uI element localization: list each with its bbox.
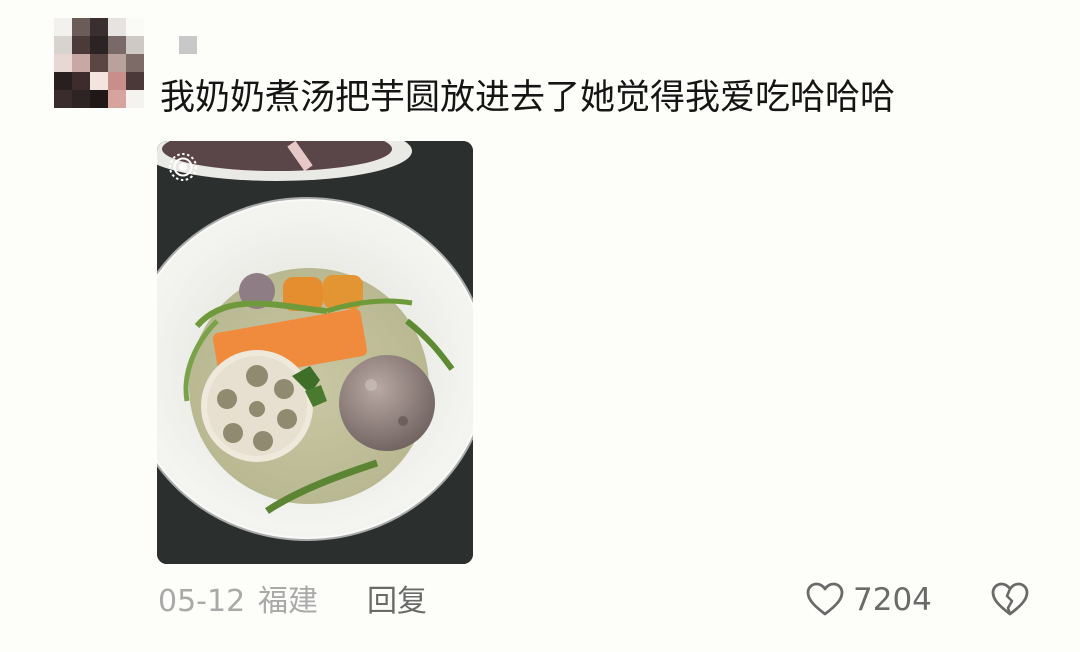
like-count: 7204 [853,582,932,618]
comment-text: 我奶奶煮汤把芋圆放进去了她觉得我爱吃哈哈哈 [160,78,896,118]
comment-location: 福建 [258,584,318,619]
reply-button[interactable]: 回复 [367,582,427,622]
comment-photo[interactable] [157,141,473,564]
broken-heart-icon[interactable] [990,580,1030,620]
avatar[interactable] [54,18,144,108]
comment-date: 05-12 [158,584,246,619]
food-photo-image [157,141,473,564]
heart-outline-icon [806,582,844,616]
live-photo-icon [169,153,197,181]
like-button[interactable]: 7204 [805,578,932,622]
username[interactable] [179,36,197,54]
